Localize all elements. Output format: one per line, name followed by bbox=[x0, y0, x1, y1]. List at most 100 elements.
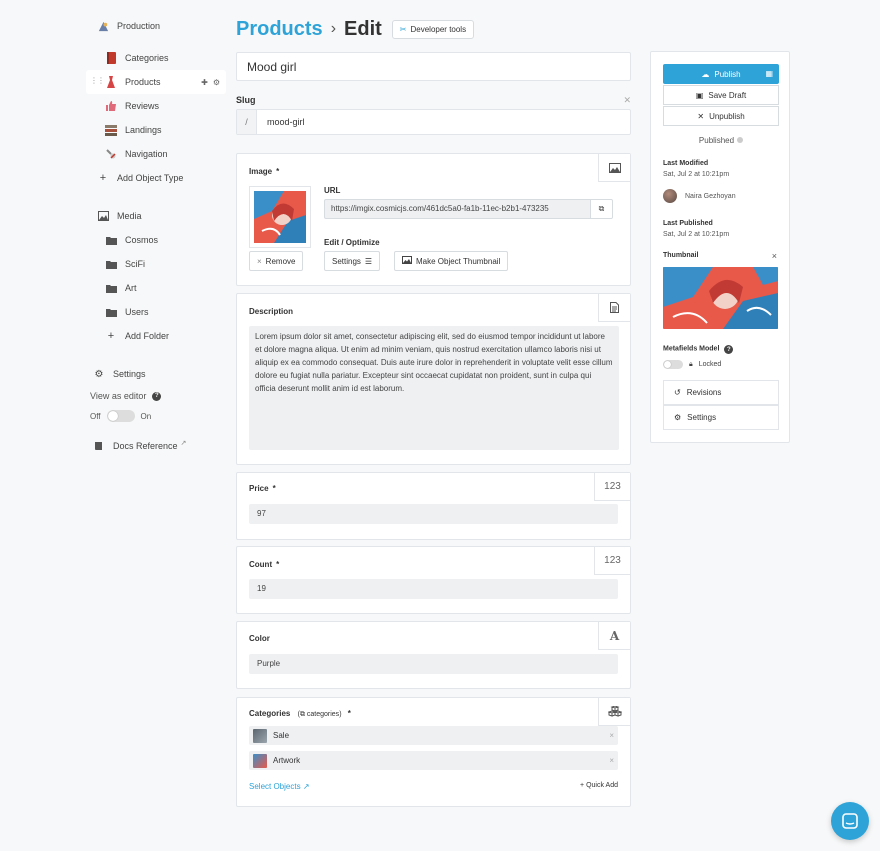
thumbnail-image[interactable] bbox=[663, 267, 778, 329]
count-field: Count * 123 19 bbox=[236, 546, 631, 614]
view-as-editor-row: View as editor ? bbox=[86, 386, 226, 406]
count-label: Count bbox=[249, 560, 273, 569]
folder-scifi[interactable]: SciFi bbox=[86, 252, 226, 276]
plus-icon[interactable]: ✚ bbox=[201, 78, 208, 87]
developer-tools-button[interactable]: ✂ Developer tools bbox=[391, 19, 475, 39]
breadcrumb-products[interactable]: Products bbox=[236, 18, 323, 41]
sidebar-item-categories[interactable]: Categories bbox=[86, 46, 226, 70]
save-draft-button[interactable]: ▣ Save Draft bbox=[663, 85, 779, 105]
sidebar-item-reviews[interactable]: Reviews bbox=[86, 94, 226, 118]
image-preview[interactable] bbox=[249, 186, 311, 248]
sidebar-item-label: Products bbox=[125, 77, 161, 87]
image-field: Image * URL https://imgix.cosmicjs.com/46… bbox=[236, 153, 631, 286]
required-marker: * bbox=[272, 484, 276, 493]
help-icon[interactable]: ? bbox=[724, 345, 734, 354]
number-type-icon: 123 bbox=[594, 473, 630, 501]
status-dot-icon bbox=[737, 137, 744, 143]
category-item[interactable]: Sale × bbox=[249, 726, 618, 745]
object-settings-button[interactable]: ⚙ Settings bbox=[663, 405, 779, 430]
color-input[interactable]: Purple bbox=[249, 654, 618, 674]
dress-icon bbox=[104, 75, 118, 89]
publish-button[interactable]: ☁ Publish ▦ bbox=[663, 64, 779, 84]
sidebar-settings[interactable]: ⚙ Settings bbox=[86, 362, 226, 386]
external-link-icon[interactable]: ⧉ bbox=[590, 200, 612, 218]
close-icon[interactable]: × bbox=[772, 251, 777, 261]
drag-handle-icon[interactable]: ⋮⋮ bbox=[90, 76, 105, 85]
toggle-on-label: On bbox=[140, 411, 152, 421]
image-url-field[interactable]: https://imgix.cosmicjs.com/461dc5a0-fa1b… bbox=[324, 199, 613, 219]
page-header: Products › Edit ✂ Developer tools bbox=[236, 14, 475, 44]
thumbs-up-icon bbox=[104, 99, 118, 113]
folder-label: Users bbox=[125, 307, 149, 317]
view-as-editor-toggle[interactable] bbox=[106, 410, 135, 422]
price-input[interactable]: 97 bbox=[249, 504, 618, 524]
sidebar-item-label: Media bbox=[117, 211, 142, 221]
quick-add-button[interactable]: + Quick Add bbox=[580, 782, 618, 789]
quick-add-label: Quick Add bbox=[586, 782, 618, 789]
folder-label: Cosmos bbox=[125, 235, 159, 245]
metafields-lock-toggle[interactable] bbox=[663, 360, 683, 369]
folder-users[interactable]: Users bbox=[86, 300, 226, 324]
number-type-icon: 123 bbox=[594, 547, 630, 575]
revisions-button[interactable]: ↺ Revisions bbox=[663, 380, 779, 405]
folder-icon bbox=[104, 281, 118, 295]
image-url-value: https://imgix.cosmicjs.com/461dc5a0-fa1b… bbox=[331, 204, 549, 213]
satellite-icon bbox=[104, 147, 118, 161]
remove-label: Remove bbox=[265, 256, 296, 266]
view-as-editor-label: View as editor bbox=[90, 391, 147, 401]
edit-optimize-label: Edit / Optimize bbox=[324, 238, 380, 247]
folder-cosmos[interactable]: Cosmos bbox=[86, 228, 226, 252]
select-objects-link[interactable]: Select Objects ↗ bbox=[249, 782, 310, 791]
make-thumbnail-button[interactable]: Make Object Thumbnail bbox=[394, 251, 509, 271]
categories-ref: categories bbox=[306, 711, 340, 718]
settings-label: Settings bbox=[113, 369, 146, 379]
close-icon: ✕ bbox=[697, 111, 705, 121]
chat-button[interactable] bbox=[831, 802, 869, 840]
close-icon[interactable]: ✕ bbox=[623, 95, 631, 106]
last-published-label: Last Published bbox=[663, 220, 713, 227]
docs-reference-link[interactable]: Docs Reference ↗ bbox=[86, 434, 226, 458]
sidebar-item-label: Categories bbox=[125, 53, 169, 63]
chat-icon bbox=[842, 813, 858, 829]
add-folder-button[interactable]: + Add Folder bbox=[86, 324, 226, 348]
calendar-icon[interactable]: ▦ bbox=[765, 69, 773, 78]
color-label: Color bbox=[249, 634, 270, 643]
last-modified-value: Sat, Jul 2 at 10:21pm bbox=[663, 171, 730, 178]
count-input[interactable]: 19 bbox=[249, 579, 618, 599]
sidebar-item-products[interactable]: ⋮⋮ Products ✚ ⚙ bbox=[86, 70, 226, 94]
last-modified-label: Last Modified bbox=[663, 160, 709, 167]
close-icon[interactable]: × bbox=[609, 731, 614, 740]
image-label: Image bbox=[249, 167, 273, 176]
folder-icon bbox=[104, 233, 118, 247]
sidebar-item-media[interactable]: Media bbox=[86, 204, 226, 228]
description-textarea[interactable]: Lorem ipsum dolor sit amet, consectetur … bbox=[249, 326, 619, 450]
remove-image-button[interactable]: × Remove bbox=[249, 251, 304, 271]
sidebar-item-landings[interactable]: Landings bbox=[86, 118, 226, 142]
breadcrumb-separator: › bbox=[330, 20, 337, 37]
toggle-off-label: Off bbox=[90, 411, 101, 421]
image-icon bbox=[96, 209, 110, 223]
help-icon[interactable]: ? bbox=[152, 391, 162, 401]
description-field: Description Lorem ipsum dolor sit amet, … bbox=[236, 293, 631, 465]
project-selector[interactable]: Production bbox=[86, 14, 226, 38]
image-icon bbox=[402, 256, 412, 266]
folder-art[interactable]: Art bbox=[86, 276, 226, 300]
unpublish-button[interactable]: ✕ Unpublish bbox=[663, 106, 779, 126]
object-title-input[interactable]: Mood girl bbox=[236, 52, 631, 81]
folder-label: SciFi bbox=[125, 259, 145, 269]
developer-tools-label: Developer tools bbox=[410, 24, 467, 34]
book-icon bbox=[104, 51, 118, 65]
sidebar-item-navigation[interactable]: Navigation bbox=[86, 142, 226, 166]
categories-field: Categories (⧉ categories) * Sale × Artwo… bbox=[236, 697, 631, 807]
add-object-type-button[interactable]: + Add Object Type bbox=[86, 166, 226, 190]
history-icon: ↺ bbox=[674, 388, 681, 397]
category-thumbnail bbox=[253, 753, 267, 768]
sidebar-item-label: Navigation bbox=[125, 149, 168, 159]
url-label: URL bbox=[324, 186, 341, 195]
save-icon: ▣ bbox=[695, 90, 704, 100]
category-item[interactable]: Artwork × bbox=[249, 751, 618, 770]
close-icon[interactable]: × bbox=[609, 756, 614, 765]
image-settings-button[interactable]: Settings ☰ bbox=[324, 251, 381, 271]
gear-icon[interactable]: ⚙ bbox=[213, 78, 220, 87]
slug-input[interactable]: mood-girl bbox=[257, 117, 305, 127]
